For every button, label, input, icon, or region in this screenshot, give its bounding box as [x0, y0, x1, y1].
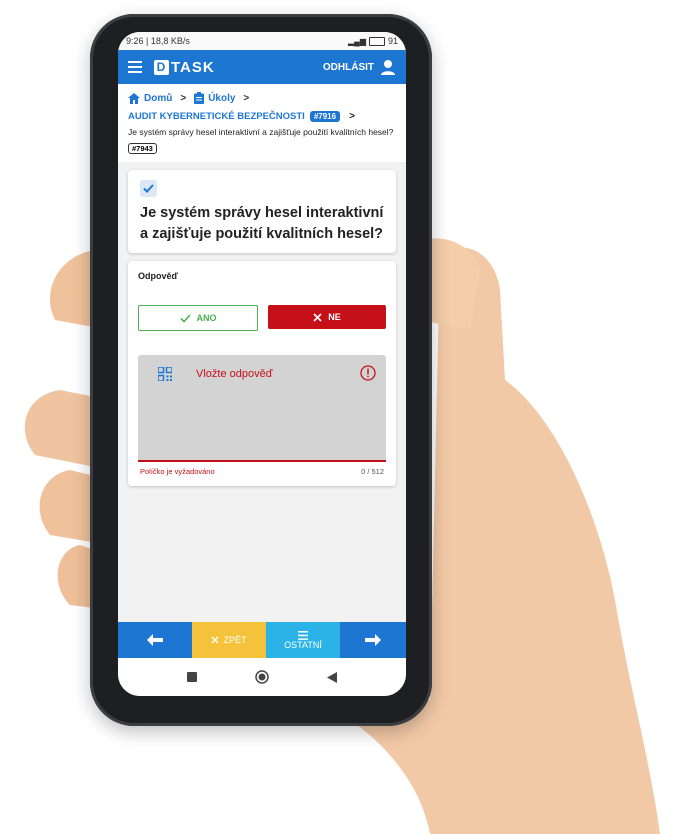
back-triangle-icon[interactable] — [327, 671, 337, 683]
user-icon — [381, 60, 395, 75]
answer-label: Odpověď — [138, 271, 178, 281]
page-header: Domů > Úkoly > AUDIT KYBERNETICKÉ BEZPEČ… — [118, 84, 406, 162]
yes-button[interactable]: ANO — [138, 305, 258, 331]
close-icon — [211, 636, 219, 644]
app-logo: D TASK — [154, 59, 215, 76]
main-content: Domů > Úkoly > AUDIT KYBERNETICKÉ BEZPEČ… — [118, 84, 406, 660]
no-button[interactable]: NE — [268, 305, 386, 329]
status-bar: 9:26 | 18,8 KB/s ▂▄▆ 91 — [118, 32, 406, 50]
qr-code-icon — [158, 367, 172, 381]
breadcrumb: Domů > Úkoly > — [128, 92, 396, 104]
question-id-badge: #7943 — [128, 143, 157, 154]
error-message: Políčko je vyžadováno — [140, 467, 215, 476]
previous-button[interactable] — [118, 622, 192, 658]
other-button[interactable]: OSTATNÍ — [266, 622, 340, 658]
logout-button[interactable]: ODHLÁSIT — [323, 59, 396, 75]
battery-icon — [368, 36, 385, 46]
close-icon — [313, 312, 322, 322]
chevron-right-icon: > — [243, 92, 250, 104]
other-button-label: OSTATNÍ — [284, 639, 322, 650]
answer-input[interactable]: Vložte odpověď — [138, 355, 386, 462]
chevron-right-icon: > — [180, 92, 187, 104]
android-navigation-bar — [118, 658, 406, 696]
audit-title-row: AUDIT KYBERNETICKÉ BEZPEČNOSTI #7916 > — [128, 111, 396, 122]
audit-id-badge: #7916 — [309, 111, 341, 122]
battery-level: 91 — [387, 36, 398, 46]
yes-button-label: ANO — [196, 313, 217, 323]
no-button-label: NE — [328, 312, 341, 322]
question-card: Je systém správy hesel interaktivní a za… — [128, 170, 396, 253]
question-title: Je systém správy hesel interaktivní a za… — [140, 205, 384, 242]
question-header-text: Je systém správy hesel interaktivní a za… — [128, 127, 394, 137]
status-time: 9:26 | 18,8 KB/s — [126, 36, 190, 46]
answer-buttons: ANO NE — [138, 305, 386, 331]
char-counter: 0 / 512 — [361, 467, 384, 476]
back-button-label: ZPĚT — [223, 635, 247, 645]
app-bar: D TASK ODHLÁSIT — [118, 50, 406, 84]
home-icon — [128, 92, 140, 104]
error-icon — [360, 365, 376, 381]
next-button[interactable] — [340, 622, 406, 658]
breadcrumb-home-link[interactable]: Domů — [144, 93, 172, 104]
hamburger-menu-icon[interactable] — [128, 61, 142, 73]
answer-card: Odpověď ANO NE Vložte odpověď Políčko je… — [128, 261, 396, 486]
checkbox-checked-icon — [140, 180, 157, 197]
logo-letter: D — [154, 59, 169, 75]
status-battery-area: ▂▄▆ 91 — [348, 36, 398, 46]
recent-apps-icon[interactable] — [187, 672, 197, 682]
answer-input-placeholder: Vložte odpověď — [196, 368, 273, 380]
chevron-right-icon: > — [349, 111, 355, 122]
audit-title[interactable]: AUDIT KYBERNETICKÉ BEZPEČNOSTI — [128, 111, 305, 122]
bottom-action-bar: ZPĚT OSTATNÍ — [118, 622, 406, 658]
menu-lines-icon — [298, 630, 308, 640]
home-button-icon[interactable] — [255, 670, 269, 684]
back-button[interactable]: ZPĚT — [192, 622, 266, 658]
input-hint-row: Políčko je vyžadováno 0 / 512 — [138, 467, 386, 476]
arrow-right-icon — [365, 634, 381, 646]
clipboard-icon — [194, 92, 205, 104]
signal-icon: ▂▄▆ — [348, 36, 366, 46]
logo-text: TASK — [171, 58, 215, 76]
arrow-left-icon — [147, 634, 163, 646]
phone-screen: 9:26 | 18,8 KB/s ▂▄▆ 91 D TASK ODHLÁSIT … — [118, 32, 406, 696]
logout-label: ODHLÁSIT — [322, 61, 374, 73]
check-icon — [179, 313, 191, 323]
breadcrumb-tasks-link[interactable]: Úkoly — [208, 93, 235, 104]
